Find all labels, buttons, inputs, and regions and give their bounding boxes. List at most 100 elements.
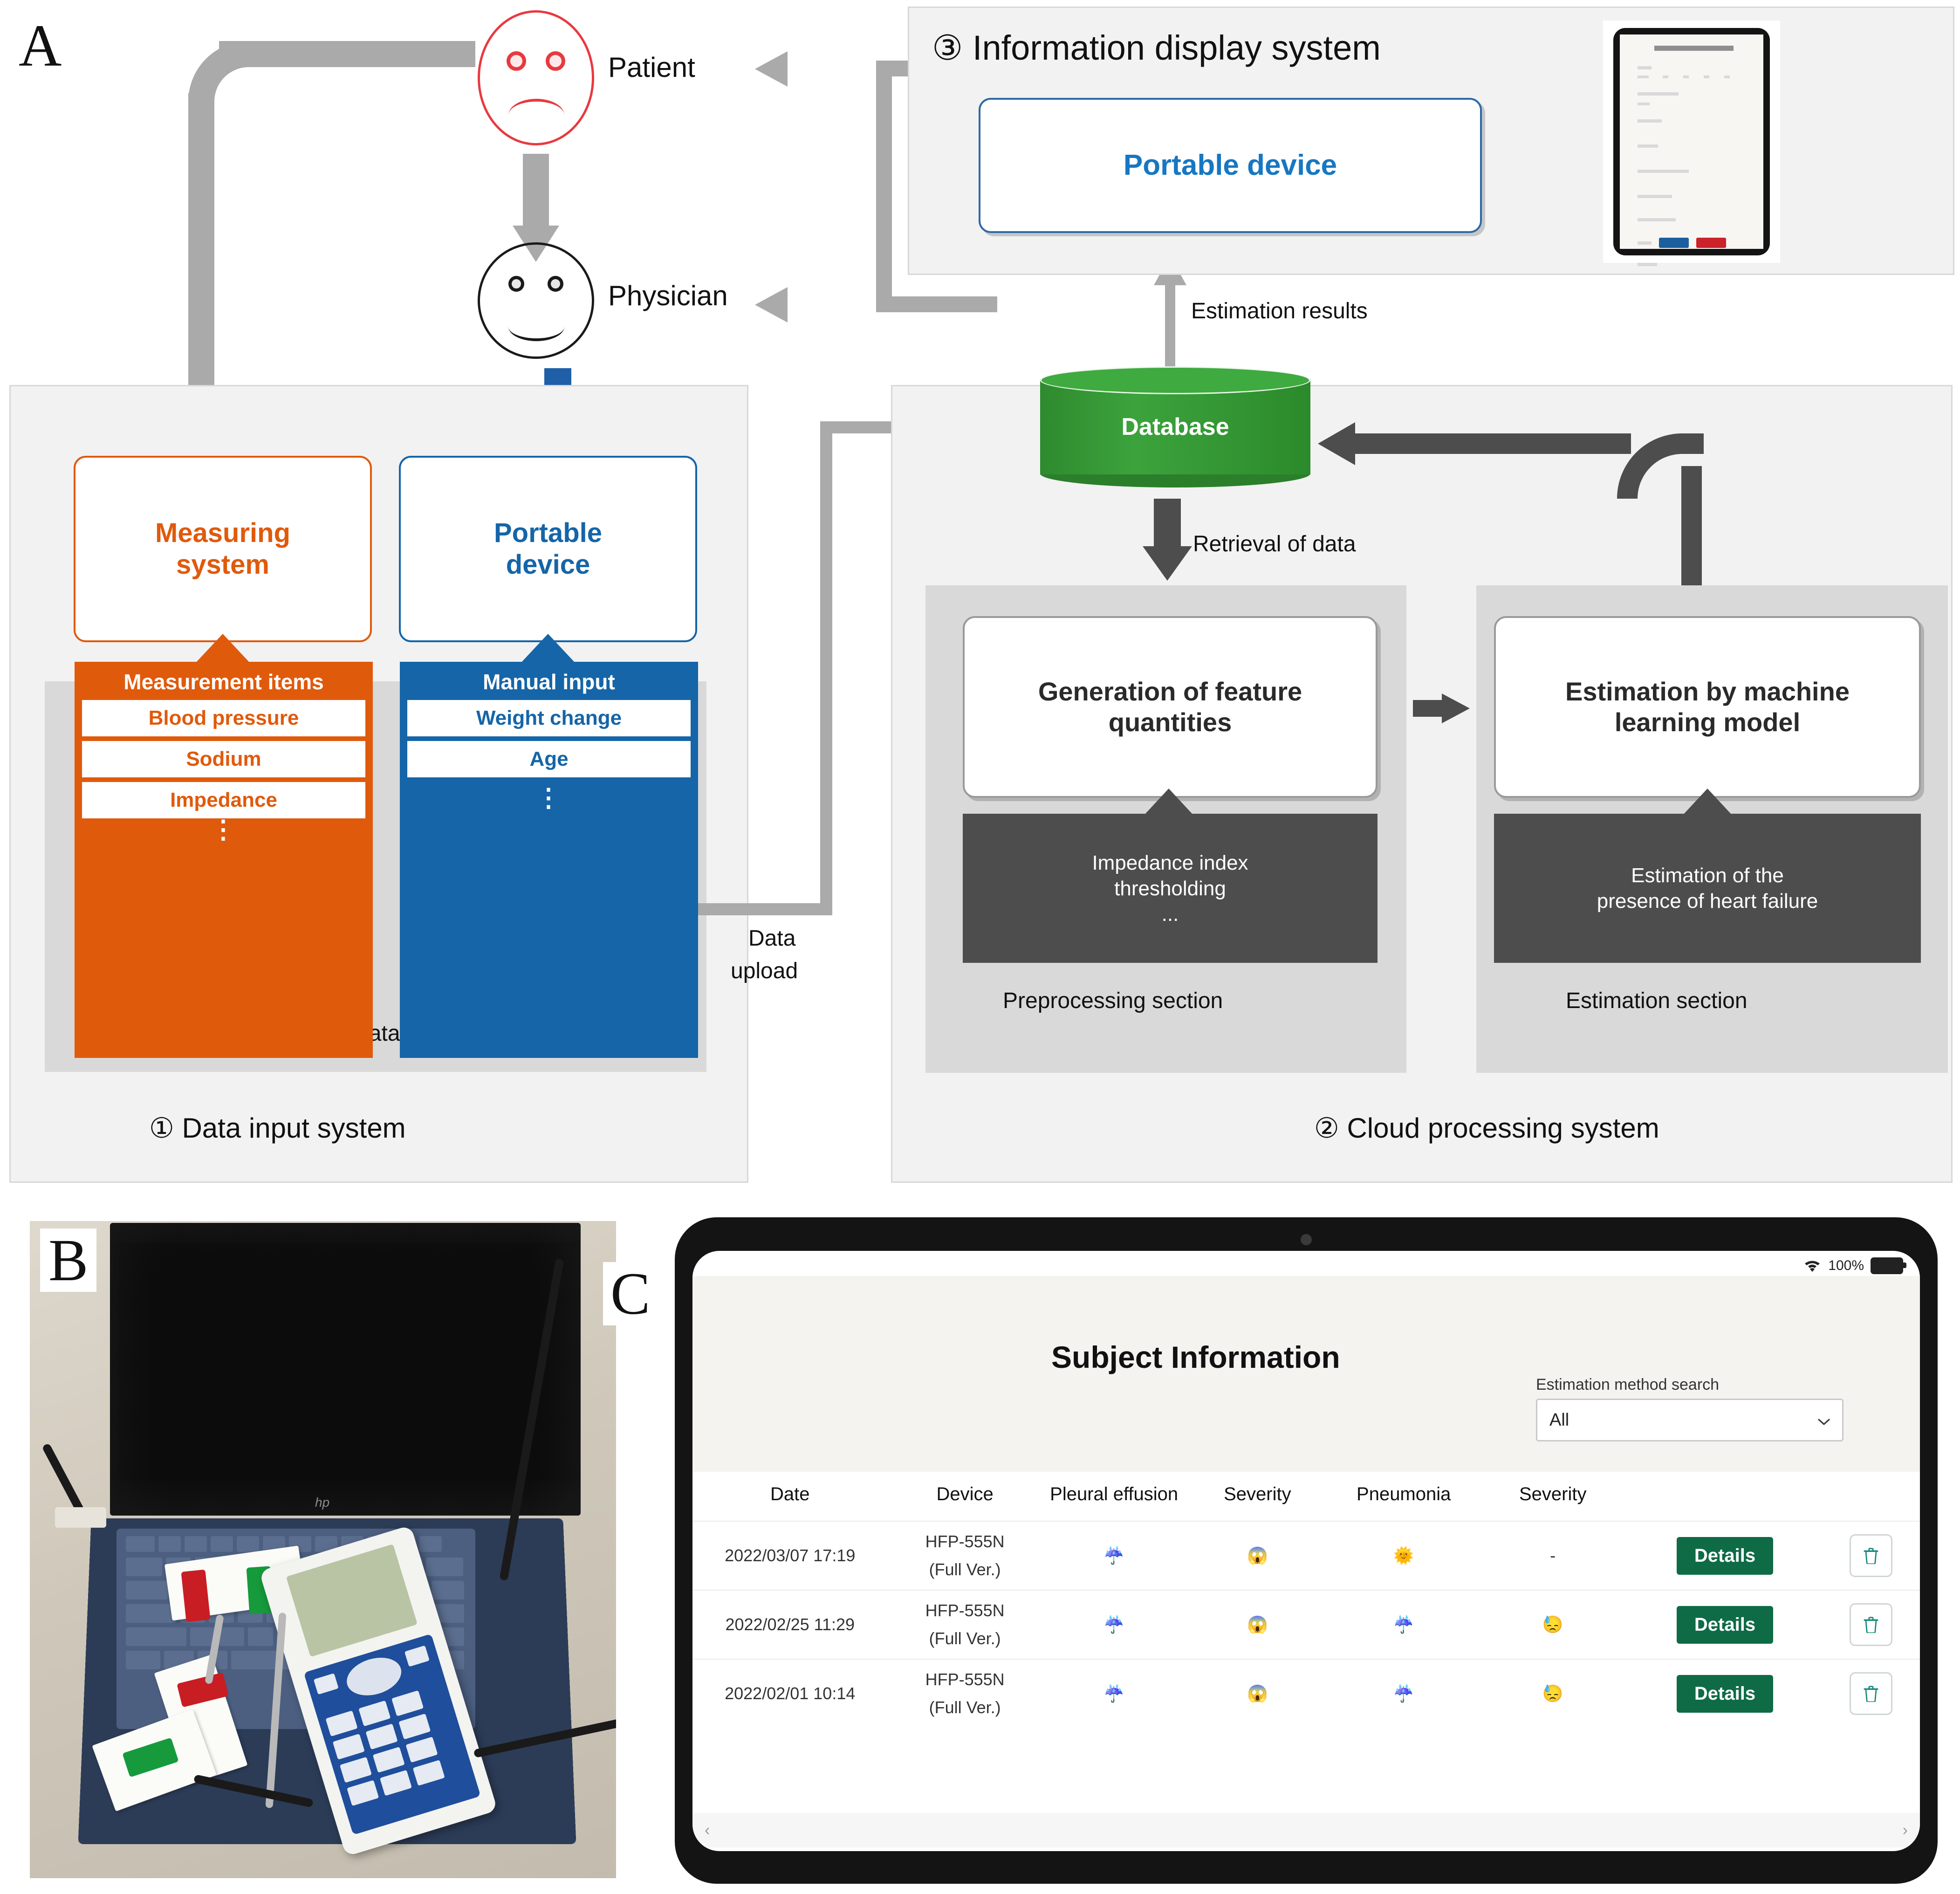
manual-input-ellipsis: ⋮ [536, 784, 562, 812]
cell-date: 2022/02/01 10:14 [692, 1659, 888, 1728]
details-button[interactable]: Details [1676, 1674, 1774, 1713]
impedance-line1: Impedance index [1092, 851, 1248, 874]
hf-line2: presence of heart failure [1597, 890, 1818, 913]
preprocessing-section-label: Preprocessing section [1003, 988, 1223, 1013]
measurement-items-ellipsis: ⋮ [211, 816, 237, 844]
generation-of-feature-quantities-box: Generation of feature quantities [963, 616, 1377, 798]
arrow-data-upload-h1 [698, 903, 832, 915]
laptop-logo: hp [315, 1495, 330, 1510]
measurement-items-header: Measurement items [123, 670, 324, 694]
scroll-right-arrow[interactable]: › [1903, 1821, 1908, 1839]
portable-device-box-display: Portable device [979, 98, 1482, 233]
battery-icon [1871, 1257, 1906, 1274]
details-button[interactable]: Details [1676, 1606, 1774, 1644]
physician-label: Physician [608, 280, 728, 311]
impedance-line3: ... [1161, 902, 1179, 926]
ml-line1: Estimation by machine [1565, 676, 1850, 706]
database-cylinder: Database [1040, 366, 1310, 487]
estimation-method-search-label: Estimation method search [1536, 1376, 1720, 1393]
impedance-line2: thresholding [1114, 877, 1226, 900]
estimation-results-label: Estimation results [1191, 299, 1368, 323]
trash-icon[interactable] [1850, 1534, 1893, 1577]
arrow-display-to-physician-h [876, 296, 997, 312]
cell-device: HFP-555N (Full Ver.) [887, 1521, 1042, 1590]
cell-delete [1822, 1659, 1920, 1728]
trash-icon[interactable] [1850, 1603, 1893, 1646]
column-header-pneumonia: Pneumonia [1357, 1484, 1451, 1504]
panel-b-photo: hp [30, 1221, 616, 1878]
cell-device-line2: (Full Ver.) [929, 1560, 1001, 1579]
panel-label-c: C [603, 1262, 658, 1325]
measuring-system-title-line1: Measuring [155, 517, 291, 548]
manual-input-stack: Manual input Weight change Age ⋮ [400, 662, 698, 1058]
arrow-display-vertical [876, 61, 892, 303]
mock-danger-button [1696, 238, 1726, 248]
details-button[interactable]: Details [1676, 1537, 1774, 1575]
electrode-clip-red-1 [181, 1569, 211, 1622]
portable-device-box-input: Portable device [399, 456, 697, 642]
estimation-method-search: Estimation method search All [1536, 1376, 1843, 1441]
arrow-retrieval-stem [1154, 499, 1181, 550]
estimation-connector-tab [1683, 789, 1732, 815]
system-2-caption: ② Cloud processing system [1314, 1112, 1659, 1144]
cell-details: Details [1627, 1521, 1823, 1590]
database-label: Database [1121, 413, 1229, 440]
measurement-item-0: Blood pressure [82, 700, 365, 736]
retrieval-of-data-label: Retrieval of data [1193, 532, 1356, 556]
arrow-estimation-results-stem [1165, 280, 1175, 373]
cell-pleural-effusion-icon: ☔ [1042, 1590, 1186, 1659]
data-upload-label-line1: Data [748, 926, 796, 951]
scroll-left-arrow[interactable]: ‹ [705, 1821, 710, 1839]
cell-date: 2022/02/25 11:29 [692, 1590, 888, 1659]
wifi-icon [1803, 1259, 1822, 1272]
usb-connector [55, 1507, 106, 1528]
cell-pneumonia-icon: ☔ [1329, 1659, 1479, 1728]
column-header-delete [1823, 1472, 1920, 1521]
cell-pneumonia-severity-icon: 😓 [1478, 1659, 1628, 1728]
trash-icon[interactable] [1850, 1672, 1893, 1715]
portable-device-display-label: Portable device [1123, 149, 1337, 182]
cell-device-line1: HFP-555N [925, 1532, 1005, 1551]
cell-device: HFP-555N (Full Ver.) [887, 1659, 1042, 1728]
subject-information-table: Date Device Pleural effusion Severity Pn… [692, 1472, 1920, 1728]
cell-pleural-effusion-icon: ☔ [1042, 1521, 1186, 1590]
measurement-items-stack: Measurement items Blood pressure Sodium … [75, 662, 373, 1058]
table-row: 2022/03/07 17:19 HFP-555N (Full Ver.) ☔ … [692, 1521, 1920, 1590]
cell-pleural-severity-icon: 😱 [1186, 1521, 1330, 1590]
heart-failure-presence-box: Estimation of the presence of heart fail… [1494, 814, 1921, 963]
cell-details: Details [1627, 1590, 1823, 1659]
horizontal-scrollbar[interactable]: ‹ › [692, 1813, 1920, 1847]
estimation-section-label: Estimation section [1566, 988, 1748, 1013]
cell-pneumonia-icon: ☔ [1329, 1590, 1479, 1659]
figure-root: A Patient Physician data Measuring syste… [0, 0, 1960, 1894]
impedance-thresholding-box: Impedance index thresholding ... [963, 814, 1377, 963]
laptop-screen [110, 1223, 581, 1516]
ml-line2: learning model [1614, 707, 1801, 737]
cell-device-line1: HFP-555N [925, 1670, 1005, 1689]
table-row: 2022/02/25 11:29 HFP-555N (Full Ver.) ☔ … [692, 1590, 1920, 1659]
cell-pleural-effusion-icon: ☔ [1042, 1659, 1186, 1728]
cell-pneumonia-severity-icon: 😓 [1478, 1590, 1628, 1659]
cell-delete [1822, 1521, 1920, 1590]
system-1-caption: ① Data input system [149, 1112, 406, 1144]
estimation-method-select[interactable]: All [1536, 1399, 1843, 1441]
physician-face-icon [478, 242, 594, 359]
chevron-down-icon [1818, 1410, 1830, 1430]
tablet-screen: 100% Subject Information Estimation meth… [692, 1251, 1920, 1851]
arrow-patient-to-physician-stem [523, 154, 549, 228]
cell-device-line2: (Full Ver.) [929, 1629, 1001, 1648]
table-row: 2022/02/01 10:14 HFP-555N (Full Ver.) ☔ … [692, 1659, 1920, 1728]
hf-line1: Estimation of the [1631, 864, 1784, 887]
preprocessing-connector-tab [1144, 789, 1193, 815]
patient-label: Patient [608, 52, 695, 83]
gfq-line2: quantities [1108, 707, 1232, 737]
portable-device-mock-screenshot [1603, 21, 1780, 266]
portable-device-title-line2: device [506, 549, 590, 580]
arrow-estimation-to-db-h [1351, 433, 1631, 454]
estimation-method-selected-value: All [1549, 1410, 1569, 1430]
panel-label-a: A [19, 13, 62, 79]
manual-input-item-1: Age [407, 741, 691, 777]
cell-delete [1822, 1590, 1920, 1659]
arrow-preprocessing-to-estimation [1413, 693, 1470, 723]
status-bar: 100% [1803, 1257, 1906, 1274]
